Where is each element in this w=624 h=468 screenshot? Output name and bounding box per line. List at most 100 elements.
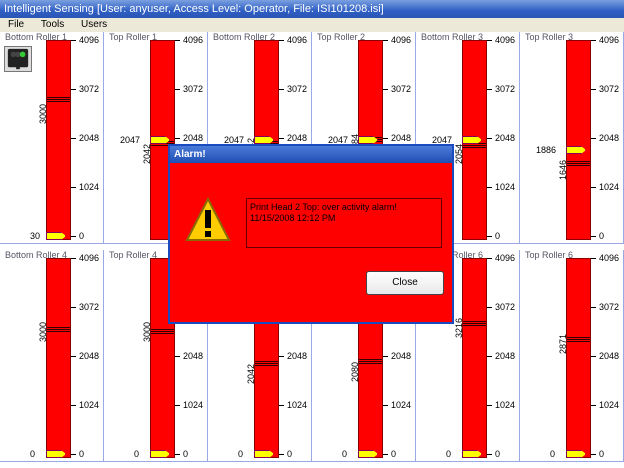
scale-tick	[591, 40, 596, 41]
scale-tick	[383, 89, 388, 90]
scale-label: 4096	[599, 253, 620, 263]
scale-tick	[175, 356, 180, 357]
gauge-reading: 2042	[246, 363, 256, 384]
scale-tick	[487, 236, 492, 237]
scale-label: 3072	[287, 84, 308, 94]
gauge-scale: 4096 3072 2048 1024 0	[487, 35, 520, 241]
scale-label: 3072	[599, 302, 620, 312]
traffic-light-icon[interactable]	[4, 46, 32, 72]
scale-label: 0	[495, 449, 501, 459]
scale-label: 1024	[183, 400, 204, 410]
menu-bar: File Tools Users	[0, 18, 624, 33]
gauge-reading: 2042	[142, 143, 152, 164]
scale-tick	[175, 138, 180, 139]
gauge-scale: 4096 3072 2048 1024 0	[591, 253, 624, 459]
gauge-bar	[566, 258, 591, 458]
scale-label: 2048	[495, 351, 516, 361]
alarm-message-box: Print Head 2 Top: over activity alarm! 1…	[246, 198, 442, 248]
menu-tools[interactable]: Tools	[33, 18, 70, 32]
scale-label: 3072	[183, 84, 204, 94]
scale-label: 2048	[599, 351, 620, 361]
close-button[interactable]: Close	[366, 271, 444, 295]
gauge-bar	[566, 40, 591, 240]
scale-tick	[487, 307, 492, 308]
scale-tick	[175, 40, 180, 41]
pointer-value: 0	[342, 449, 348, 459]
scale-label: 0	[287, 449, 293, 459]
scale-tick	[279, 356, 284, 357]
scale-tick	[591, 236, 596, 237]
scale-tick	[487, 40, 492, 41]
gauge-marker	[359, 359, 382, 360]
gauge-marker	[463, 321, 486, 322]
scale-label: 4096	[79, 35, 100, 45]
gauge-bar	[46, 40, 71, 240]
gauge-marker	[151, 331, 174, 332]
scale-tick	[487, 405, 492, 406]
gauge-bar	[46, 258, 71, 458]
scale-label: 3072	[599, 84, 620, 94]
scale-tick	[71, 187, 76, 188]
scale-tick	[71, 454, 76, 455]
scale-label: 1024	[495, 182, 516, 192]
scale-tick	[487, 187, 492, 188]
scale-tick	[279, 89, 284, 90]
gauge-panel: Bottom Roller 4 4096 3072 2048 1024 0 3000 0	[0, 250, 104, 462]
scale-tick	[279, 454, 284, 455]
scale-label: 2048	[495, 133, 516, 143]
gauge-marker	[463, 323, 486, 324]
gauge-marker	[47, 97, 70, 98]
gauge-marker	[47, 329, 70, 330]
gauge-reading: 2054	[454, 143, 464, 164]
gauge-marker	[463, 147, 486, 148]
scale-label: 2048	[287, 133, 308, 143]
pointer-value: 0	[446, 449, 452, 459]
scale-label: 3072	[79, 302, 100, 312]
scale-label: 1024	[495, 400, 516, 410]
scale-tick	[71, 356, 76, 357]
gauge-reading: 3216	[454, 317, 464, 338]
scale-tick	[175, 89, 180, 90]
scale-label: 1024	[79, 182, 100, 192]
scale-tick	[279, 40, 284, 41]
scale-tick	[71, 258, 76, 259]
scale-label: 2048	[183, 351, 204, 361]
gauge-scale: 4096 3072 2048 1024 0	[71, 253, 104, 459]
gauge-bar	[462, 258, 487, 458]
scale-tick	[383, 138, 388, 139]
scale-label: 4096	[183, 35, 204, 45]
scale-label: 0	[79, 449, 85, 459]
scale-label: 1024	[599, 400, 620, 410]
menu-file[interactable]: File	[0, 18, 30, 32]
scale-tick	[591, 138, 596, 139]
alarm-message: Print Head 2 Top: over activity alarm!	[250, 202, 397, 212]
gauge-reading: 3000	[38, 103, 48, 124]
scale-tick	[71, 236, 76, 237]
scale-tick	[383, 405, 388, 406]
gauge-marker	[463, 145, 486, 146]
scale-label: 3072	[495, 84, 516, 94]
pointer-value: 1886	[536, 145, 557, 155]
scale-label: 4096	[391, 35, 412, 45]
scale-tick	[175, 405, 180, 406]
gauge-marker	[567, 161, 590, 162]
menu-users[interactable]: Users	[73, 18, 113, 32]
gauge-marker	[151, 333, 174, 334]
scale-tick	[71, 405, 76, 406]
gauge-marker	[463, 325, 486, 326]
gauge-marker	[567, 163, 590, 164]
pointer-value: 0	[134, 449, 140, 459]
scale-label: 3072	[495, 302, 516, 312]
gauge-marker	[47, 331, 70, 332]
gauge-reading: 2080	[350, 361, 360, 382]
scale-tick	[383, 40, 388, 41]
gauge-marker	[255, 365, 278, 366]
scale-tick	[487, 138, 492, 139]
pointer-value: 30	[30, 231, 41, 241]
warning-icon	[185, 196, 231, 241]
window-title: Intelligent Sensing [User: anyuser, Acce…	[0, 0, 624, 18]
gauge-marker	[567, 341, 590, 342]
scale-label: 2048	[79, 351, 100, 361]
scale-label: 1024	[287, 400, 308, 410]
scale-label: 4096	[495, 253, 516, 263]
